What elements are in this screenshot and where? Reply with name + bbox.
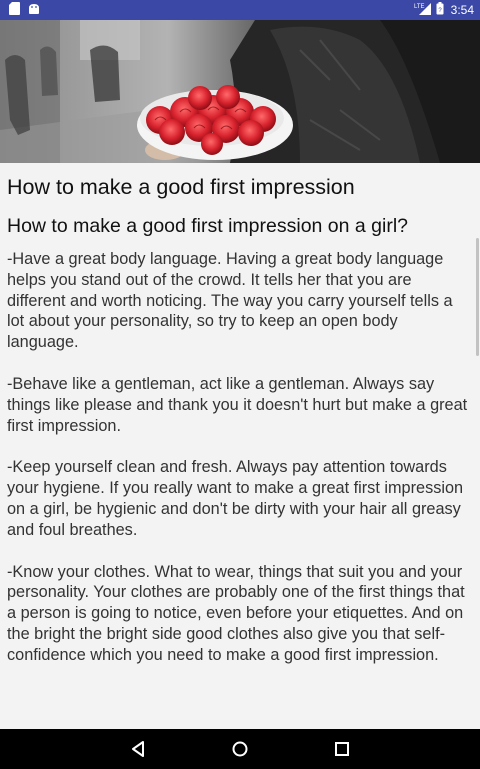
- android-icon: [28, 3, 40, 18]
- bouquet-of-roses-image: [0, 20, 480, 163]
- scrollbar[interactable]: [476, 238, 479, 356]
- home-button[interactable]: [230, 739, 250, 759]
- recents-icon: [335, 742, 349, 756]
- battery-icon: ?: [436, 2, 444, 18]
- back-button[interactable]: [128, 739, 148, 759]
- home-icon: [232, 741, 248, 757]
- lte-label: LTE: [414, 4, 425, 10]
- paragraph-clothes: -Know your clothes. What to wear, things…: [7, 562, 465, 664]
- page-title: How to make a good first impression: [7, 175, 355, 199]
- status-right: LTE ? 3:54: [414, 2, 480, 19]
- paragraph-gentleman: -Behave like a gentleman, act like a gen…: [7, 374, 468, 435]
- sd-card-icon: [9, 2, 20, 18]
- back-icon: [132, 741, 144, 757]
- navigation-bar: [0, 729, 480, 769]
- clock: 3:54: [450, 3, 474, 17]
- hero-image: [0, 20, 480, 163]
- article-body: -Have a great body language. Having a gr…: [7, 249, 473, 666]
- lte-signal-icon: LTE: [414, 2, 432, 19]
- paragraph-body-language: -Have a great body language. Having a gr…: [7, 250, 453, 352]
- status-left: [0, 2, 40, 18]
- paragraph-hygiene: -Keep yourself clean and fresh. Always p…: [7, 458, 464, 539]
- screen: LTE ? 3:54 How to make a good first impr…: [0, 0, 480, 769]
- article: How to make a good first impression How …: [7, 172, 473, 687]
- recents-button[interactable]: [332, 739, 352, 759]
- page-subtitle: How to make a good first impression on a…: [7, 215, 409, 237]
- status-bar: LTE ? 3:54: [0, 0, 480, 20]
